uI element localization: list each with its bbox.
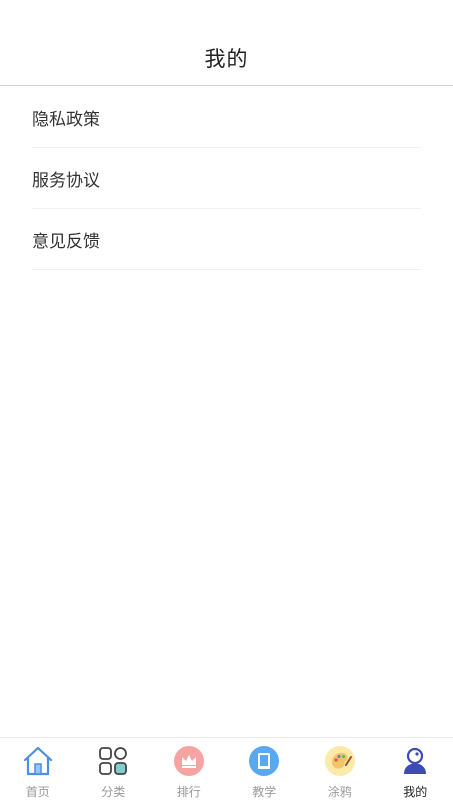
bottom-tab-bar: 首页 分类 排行 教学 涂鸦 我的 — [0, 737, 453, 805]
menu-item-service-agreement[interactable]: 服务协议 — [32, 148, 421, 209]
palette-icon — [324, 745, 356, 777]
tab-label: 首页 — [25, 785, 50, 799]
top-nav-bar: 我的 — [0, 0, 453, 86]
user-icon — [399, 745, 431, 777]
tab-ranking[interactable]: 排行 — [151, 738, 227, 805]
book-icon — [248, 745, 280, 777]
tab-doodle[interactable]: 涂鸦 — [302, 738, 378, 805]
category-icon — [97, 745, 129, 777]
tab-mine[interactable]: 我的 — [378, 738, 453, 805]
tab-label: 涂鸦 — [327, 785, 352, 799]
crown-icon — [173, 745, 205, 777]
tab-label: 分类 — [101, 785, 126, 799]
tab-label: 排行 — [176, 785, 201, 799]
settings-menu: 隐私政策 服务协议 意见反馈 — [32, 87, 421, 270]
page-title: 我的 — [204, 47, 249, 71]
menu-item-label: 隐私政策 — [32, 109, 100, 130]
tab-label: 我的 — [403, 785, 428, 799]
menu-item-privacy-policy[interactable]: 隐私政策 — [32, 87, 421, 148]
tab-category[interactable]: 分类 — [76, 738, 152, 805]
tab-teaching[interactable]: 教学 — [227, 738, 303, 805]
menu-item-label: 意见反馈 — [32, 231, 100, 252]
menu-item-feedback[interactable]: 意见反馈 — [32, 209, 421, 270]
menu-item-label: 服务协议 — [32, 170, 100, 191]
home-icon — [22, 745, 54, 777]
tab-home[interactable]: 首页 — [0, 738, 76, 805]
tab-label: 教学 — [252, 785, 277, 799]
